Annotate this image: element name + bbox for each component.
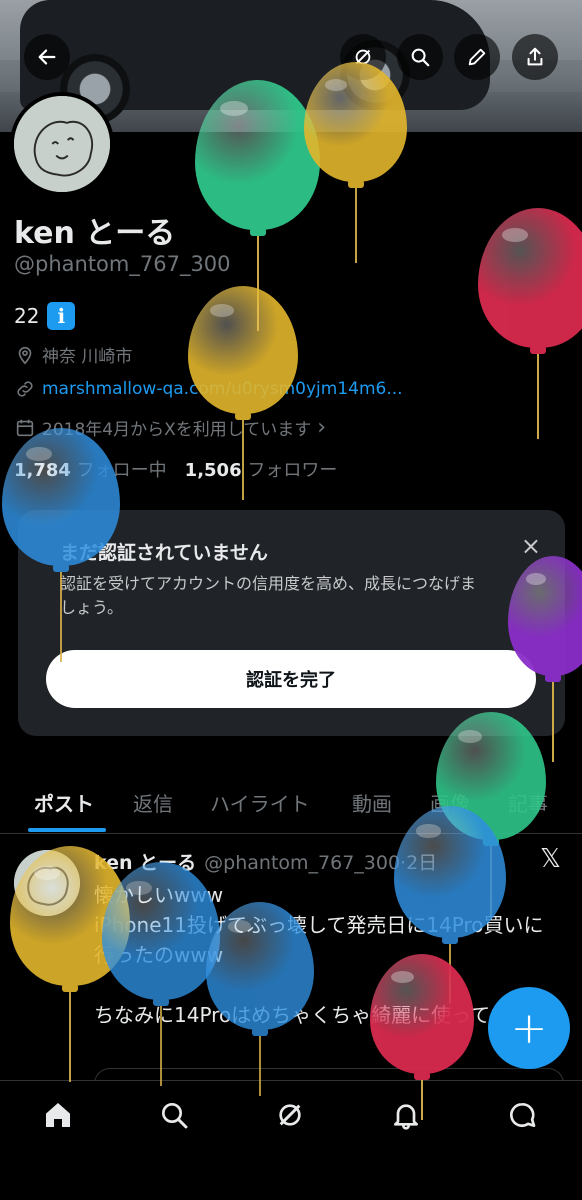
bottom-nav	[0, 1080, 582, 1200]
balloon-decoration	[478, 208, 582, 443]
profile-name: ken とーる	[14, 216, 176, 251]
followers-label: フォロワー	[247, 460, 338, 481]
notifications-icon	[394, 1104, 418, 1130]
grok-icon	[355, 49, 371, 65]
profile-tabs: ポスト 返信 ハイライト 動画 画像 記事	[0, 776, 582, 834]
profile-location: 神奈 川崎市	[14, 342, 132, 367]
tab-replies[interactable]: 返信	[133, 788, 173, 817]
complete-verification-button[interactable]: 認証を完了	[46, 650, 536, 708]
messages-icon	[510, 1102, 536, 1127]
tab-videos[interactable]: 動画	[352, 788, 392, 817]
following-label: フォロー中	[76, 460, 167, 481]
joined-text: 2018年4月からXを利用しています	[42, 420, 312, 440]
link-icon	[17, 381, 33, 397]
edit-button[interactable]	[454, 34, 500, 80]
share-icon	[527, 47, 543, 66]
nav-messages[interactable]	[504, 1097, 540, 1133]
tab-highlights[interactable]: ハイライト	[210, 788, 310, 817]
compose-button[interactable]: +	[488, 987, 570, 1069]
search-icon	[411, 48, 430, 67]
nav-search[interactable]	[156, 1097, 192, 1133]
profile-avatar[interactable]	[10, 92, 114, 196]
website-link[interactable]: marshmallow-qa.com/u0rysm0yjm14m6...	[42, 379, 403, 399]
following-stat[interactable]: 1,784 フォロー中	[14, 456, 167, 482]
home-icon	[46, 1103, 70, 1127]
nav-notifications[interactable]	[388, 1097, 424, 1133]
grok-button[interactable]	[340, 34, 386, 80]
post-avatar[interactable]	[14, 850, 80, 916]
tab-images[interactable]: 画像	[430, 788, 470, 817]
x-logo-icon: 𝕏	[540, 844, 561, 874]
post-text: 懐かしいwww iPhone11投げてぶっ壊して発売日に14Pro買いに行ったの…	[94, 883, 544, 1027]
arrow-left-icon	[38, 49, 56, 65]
followers-stat[interactable]: 1,506 フォロワー	[185, 456, 338, 482]
close-icon[interactable]: ×	[521, 532, 541, 560]
tab-articles[interactable]: 記事	[508, 788, 548, 817]
profile-website[interactable]: marshmallow-qa.com/u0rysm0yjm14m6...	[14, 378, 403, 400]
chevron-right-icon: ›	[317, 415, 327, 440]
nav-grok[interactable]	[272, 1097, 308, 1133]
avatar-illustration	[14, 850, 80, 916]
tab-indicator	[28, 828, 106, 832]
grok-icon	[279, 1104, 301, 1126]
share-button[interactable]	[512, 34, 558, 80]
post-author[interactable]: ken とーる	[94, 848, 196, 875]
tab-posts[interactable]: ポスト	[34, 788, 94, 817]
location-text: 神奈 川崎市	[42, 347, 133, 367]
verify-card: まだ認証されていません 認証を受けてアカウントの信用度を高め、成長につなげましょ…	[18, 510, 565, 736]
info-emoji-icon: ℹ	[47, 302, 76, 330]
verify-title: まだ認証されていません	[60, 542, 268, 564]
calendar-icon	[16, 419, 34, 436]
location-pin-icon	[18, 346, 32, 364]
follow-stats: 1,784 フォロー中 1,506 フォロワー	[14, 456, 337, 482]
avatar-illustration	[14, 96, 110, 192]
search-button[interactable]	[397, 34, 443, 80]
profile-bio: 22 ℹ	[14, 302, 76, 330]
followers-count: 1,506	[184, 460, 242, 481]
search-icon	[162, 1103, 188, 1129]
following-count: 1,784	[14, 460, 71, 481]
post-handle-time: @phantom_767_300·2日	[204, 852, 438, 874]
nav-home[interactable]	[40, 1097, 76, 1133]
post-header: ken とーる @phantom_767_300·2日	[94, 848, 437, 875]
back-button[interactable]	[24, 34, 70, 80]
verify-description: 認証を受けてアカウントの信用度を高め、成長につなげましょう。	[60, 574, 477, 617]
profile-joined[interactable]: 2018年4月からXを利用しています ›	[14, 415, 326, 440]
edit-icon	[468, 48, 486, 66]
bio-text: 22	[14, 304, 40, 328]
profile-handle: @phantom_767_300	[14, 252, 231, 276]
